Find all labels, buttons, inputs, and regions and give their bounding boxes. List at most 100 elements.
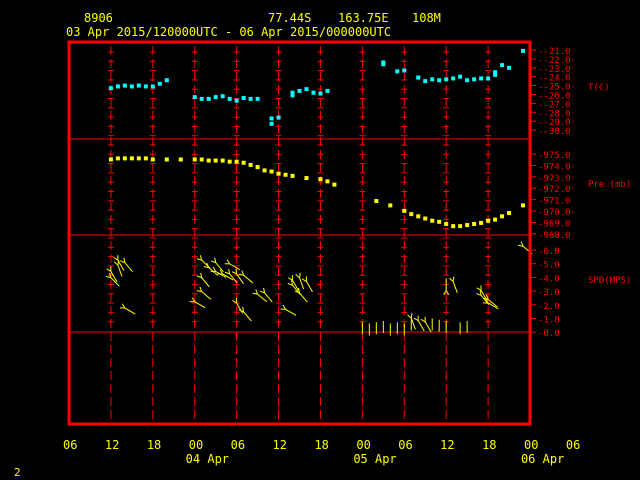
station-longitude: 163.75E [338,11,389,25]
pressure-point [150,157,155,162]
x-tick-label: 06 [231,438,245,452]
axis-label-temperature: T(C) [588,83,610,93]
temperature-point [199,96,204,101]
wind-arrow [424,321,432,333]
temperature-point [122,83,127,88]
temperature-point [423,79,428,84]
temperature-point [325,88,330,93]
pressure-point [269,169,274,174]
temperature-point [500,63,505,68]
pressure-point [115,156,120,161]
wind-arrowhead [420,318,426,323]
temperature-point [472,77,477,82]
pressure-point [325,179,330,184]
x-tick-label: 06 [398,438,412,452]
temperature-point [430,77,435,82]
y-tick-label: -969.0 [538,219,571,229]
pressure-point [136,156,141,161]
pressure-point [220,158,225,163]
pressure-point [178,157,183,162]
wind-arrowhead [282,304,286,310]
temperature-point [458,74,463,79]
temperature-point [465,78,470,83]
y-tick-label: --30.0 [538,127,571,137]
pressure-point [122,156,127,161]
pressure-point [108,157,113,162]
temperature-point [381,62,386,67]
pressure-point [192,157,197,162]
temperature-point [136,83,141,88]
pressure-point [416,214,421,219]
pressure-point [493,217,498,222]
temperature-point [269,121,274,126]
pressure-point [521,203,526,208]
x-tick-label: 00 [189,438,203,452]
pressure-point [465,223,470,228]
temperature-point [521,48,526,53]
pressure-point [318,177,323,182]
time-period: 03 Apr 2015/120000UTC - 06 Apr 2015/0000… [66,25,391,39]
x-day-label: 04 Apr [186,452,229,466]
wind-arrow [124,262,133,273]
y-tick-label: -970.0 [538,208,571,218]
wind-arrowhead [413,317,419,322]
temperature-point [416,75,421,80]
pressure-point [276,171,281,176]
temperature-point [269,116,274,121]
pressure-point [255,165,260,170]
temperature-point [304,87,309,92]
pressure-point [388,203,393,208]
pressure-point [290,173,295,178]
pressure-point [507,211,512,216]
wind-arrow [201,291,212,300]
wind-arrowhead [449,277,454,282]
temperature-point [290,90,295,95]
temperature-point [255,96,260,101]
y-tick-label: -2.0 [538,302,560,312]
wind-arrowhead [476,287,482,291]
y-tick-label: -974.0 [538,162,571,172]
wind-arrow [257,293,268,303]
wind-arrow [222,273,234,281]
y-tick-label: -975.0 [538,151,571,161]
pressure-point [430,218,435,223]
pressure-point [402,208,407,213]
temperature-point [451,76,456,81]
station-id: 8906 [84,11,113,25]
wind-arrowhead [226,259,231,265]
wind-arrow [201,277,210,288]
wind-arrowhead [410,313,413,319]
station-latitude: 77.44S [268,11,311,25]
temperature-point [444,77,449,82]
temperature-point [402,68,407,73]
pressure-point [234,159,239,164]
temperature-point [318,91,323,96]
x-tick-label: 18 [314,438,328,452]
y-tick-label: -4.0 [538,274,560,284]
pressure-point [262,168,267,173]
pressure-point [332,182,337,187]
station-elevation: 108M [412,11,441,25]
temperature-point [248,96,253,101]
temperature-point [395,69,400,74]
wind-arrow [410,317,416,330]
wind-arrowhead [407,314,412,319]
temperature-point [241,96,246,100]
pressure-point [227,159,232,164]
y-tick-label: -972.0 [538,185,571,195]
pressure-point [164,157,169,162]
temperature-point [213,95,218,100]
y-tick-label: -3.0 [538,288,560,298]
wind-arrow [243,311,252,322]
temperature-point [297,88,302,93]
wind-arrowhead [113,257,119,261]
wind-arrowhead [295,274,300,279]
pressure-point [451,224,456,229]
temperature-point [192,95,197,100]
pressure-point [374,199,379,204]
temperature-point [143,84,148,89]
pressure-point [283,172,288,177]
temperature-point [129,84,134,89]
pressure-point [500,214,505,219]
pressure-point [472,221,477,226]
